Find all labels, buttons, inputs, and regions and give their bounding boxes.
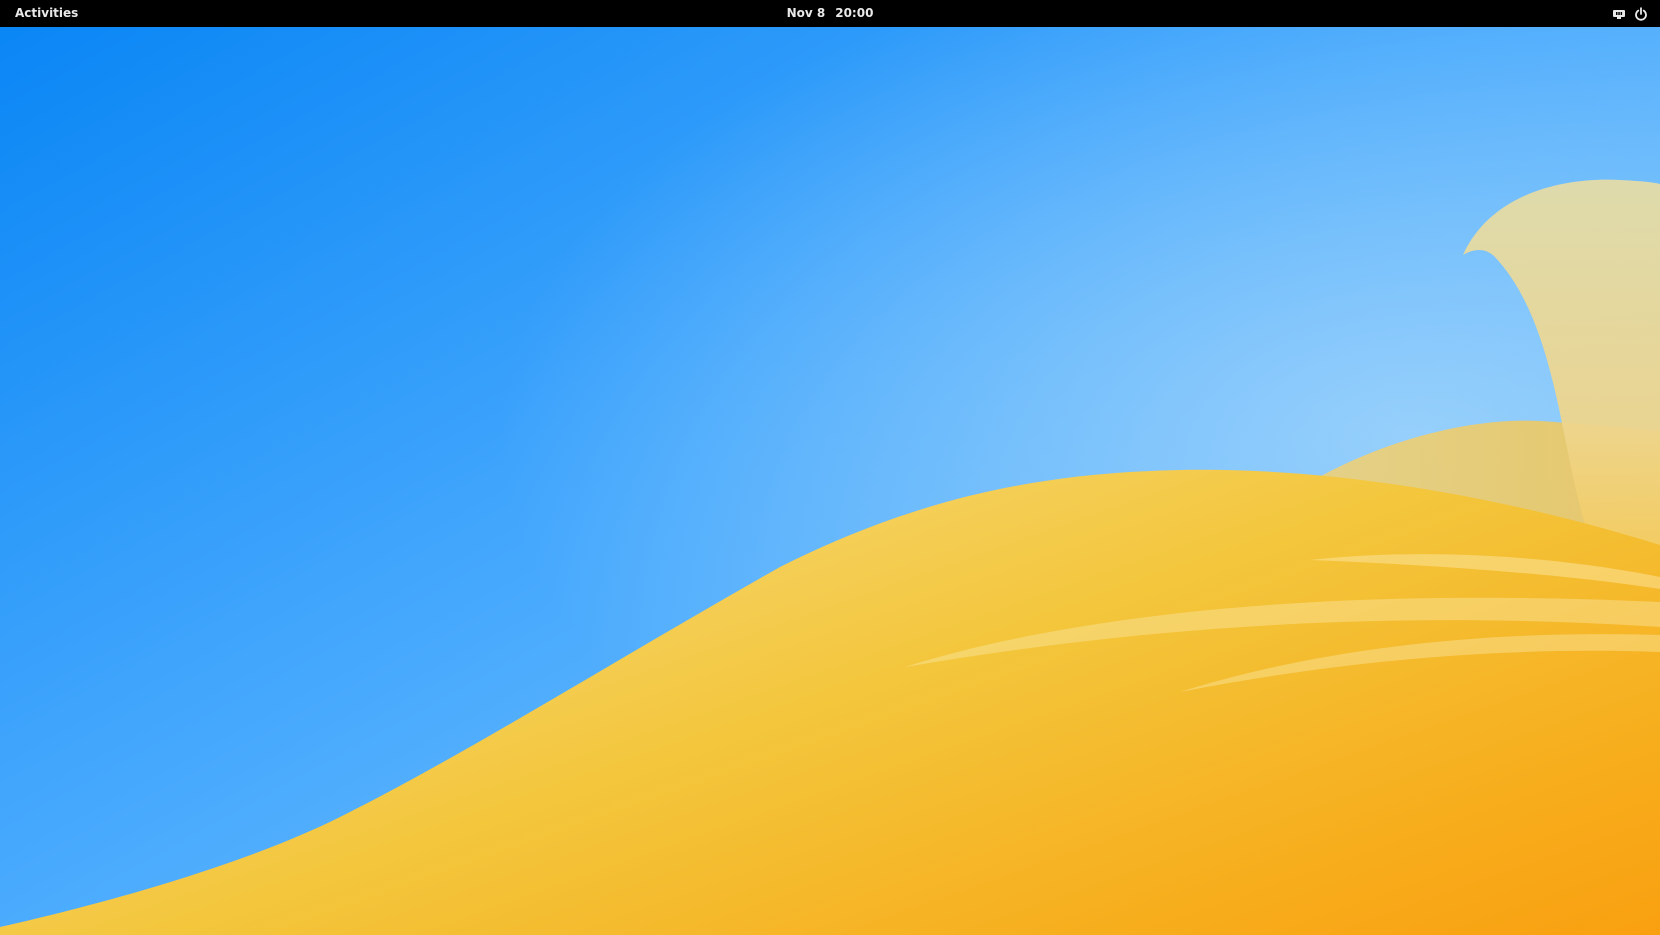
network-wired-icon — [1612, 8, 1626, 20]
system-status-area[interactable] — [1606, 3, 1654, 24]
top-bar: Activities Nov 8 20:00 — [0, 0, 1660, 27]
clock-date: Nov 8 — [786, 6, 826, 20]
activities-button[interactable]: Activities — [6, 3, 87, 24]
desktop-wallpaper — [0, 27, 1660, 935]
wallpaper-illustration — [0, 27, 1660, 935]
clock-time: 20:00 — [835, 6, 874, 20]
desktop: Activities Nov 8 20:00 — [0, 0, 1660, 935]
power-icon — [1634, 6, 1648, 21]
clock-button[interactable]: Nov 8 20:00 — [777, 3, 884, 24]
